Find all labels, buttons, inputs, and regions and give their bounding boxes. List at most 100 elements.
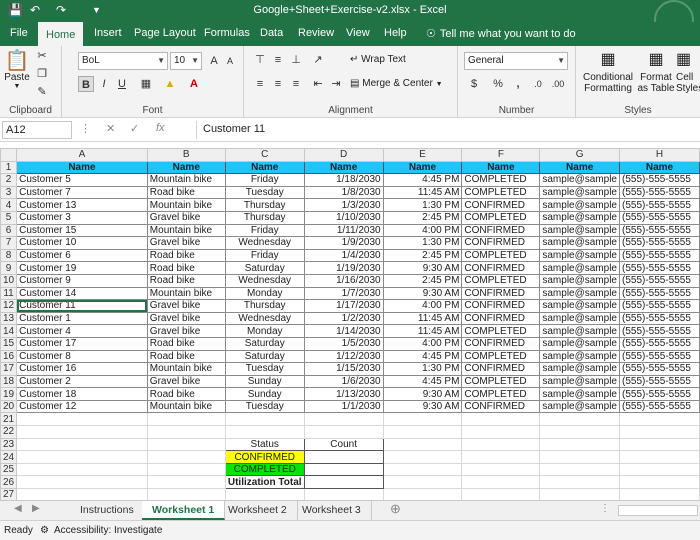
row-header[interactable]: 20 xyxy=(0,399,18,414)
cell[interactable]: CONFIRMED xyxy=(461,299,541,313)
formula-input[interactable]: Customer 11 xyxy=(196,121,698,139)
cell[interactable] xyxy=(224,488,305,500)
completed-count-cell[interactable] xyxy=(303,462,384,477)
cell[interactable]: Customer 17 xyxy=(16,336,148,351)
cell[interactable] xyxy=(16,450,148,464)
cell[interactable]: (555)-555-5555 xyxy=(618,236,700,250)
paste-button[interactable]: 📋 Paste ▼ xyxy=(4,50,30,90)
header-cell[interactable]: Name xyxy=(146,160,226,175)
cell[interactable]: Customer 3 xyxy=(16,210,148,225)
cell[interactable]: sample@sample xyxy=(539,273,620,288)
cell[interactable]: COMPLETED xyxy=(461,273,541,288)
row-header[interactable]: 8 xyxy=(0,248,18,263)
row-header[interactable]: 26 xyxy=(0,475,18,490)
cell[interactable]: sample@sample xyxy=(539,261,620,275)
cell[interactable]: COMPLETED xyxy=(461,387,541,401)
row-header[interactable]: 6 xyxy=(0,223,18,238)
cell[interactable]: sample@sample xyxy=(539,286,620,301)
cell[interactable]: Gravel bike xyxy=(146,299,226,313)
cell[interactable]: Friday xyxy=(224,173,305,187)
cell[interactable]: 9:30 AM xyxy=(382,286,463,301)
cell[interactable]: Road bike xyxy=(146,248,226,263)
cell[interactable] xyxy=(146,488,226,500)
cell[interactable] xyxy=(461,437,541,452)
cell[interactable]: COMPLETED xyxy=(461,185,541,200)
cell[interactable]: sample@sample xyxy=(539,399,620,414)
row-header[interactable]: 24 xyxy=(0,450,18,464)
row-header[interactable]: 4 xyxy=(0,198,18,212)
cell[interactable]: CONFIRMED xyxy=(461,286,541,301)
decrease-indent-icon[interactable]: ⇤ xyxy=(310,76,326,92)
cell[interactable]: Road bike xyxy=(146,185,226,200)
cell[interactable]: sample@sample xyxy=(539,223,620,238)
tab-home[interactable]: Home xyxy=(38,22,84,46)
cell[interactable] xyxy=(16,462,148,477)
header-cell[interactable]: Name xyxy=(539,160,620,175)
cell[interactable]: COMPLETED xyxy=(461,210,541,225)
cell[interactable]: sample@sample xyxy=(539,173,620,187)
cell[interactable] xyxy=(539,462,620,477)
cell[interactable]: Customer 11 xyxy=(16,299,148,313)
cell[interactable]: Customer 2 xyxy=(16,374,148,389)
cell[interactable]: 1/8/2030 xyxy=(303,185,384,200)
cell[interactable]: Mountain bike xyxy=(146,286,226,301)
cell[interactable]: Mountain bike xyxy=(146,399,226,414)
cell[interactable]: Mountain bike xyxy=(146,362,226,376)
cell[interactable]: Customer 10 xyxy=(16,236,148,250)
row-header[interactable]: 21 xyxy=(0,412,18,427)
header-cell[interactable]: Name xyxy=(461,160,541,175)
cell[interactable]: 2:45 PM xyxy=(382,273,463,288)
row-header[interactable]: 15 xyxy=(0,336,18,351)
row-header[interactable]: 18 xyxy=(0,374,18,389)
sheet-tab-instructions[interactable]: Instructions xyxy=(70,501,145,520)
cell[interactable]: 1/2/2030 xyxy=(303,311,384,326)
cell[interactable] xyxy=(146,475,226,490)
wrap-text-button[interactable]: ↵ Wrap Text xyxy=(350,54,406,65)
cell[interactable]: 1/10/2030 xyxy=(303,210,384,225)
tab-file[interactable]: File xyxy=(2,22,36,46)
cell[interactable]: Customer 12 xyxy=(16,399,148,414)
cell[interactable]: Customer 18 xyxy=(16,387,148,401)
header-cell[interactable]: Name xyxy=(618,160,700,175)
cell[interactable]: 9:30 AM xyxy=(382,261,463,275)
cell[interactable]: 1/13/2030 xyxy=(303,387,384,401)
cell[interactable]: (555)-555-5555 xyxy=(618,185,700,200)
cell[interactable]: COMPLETED xyxy=(461,349,541,364)
cut-icon[interactable]: ✂ xyxy=(34,48,50,64)
row-header[interactable]: 13 xyxy=(0,311,18,326)
row-header[interactable]: 3 xyxy=(0,185,18,200)
conditional-formatting-button[interactable]: ▦ Conditional Formatting xyxy=(580,48,636,94)
row-header[interactable]: 10 xyxy=(0,273,18,288)
confirmed-count-cell[interactable] xyxy=(303,450,384,464)
row-header[interactable]: 9 xyxy=(0,261,18,275)
add-sheet-icon[interactable]: ⊕ xyxy=(390,501,401,517)
cell[interactable]: 1:30 PM xyxy=(382,198,463,212)
cell[interactable]: Tuesday xyxy=(224,362,305,376)
align-top-icon[interactable]: ⊤ xyxy=(252,52,268,68)
cell[interactable] xyxy=(146,425,226,439)
cell[interactable]: sample@sample xyxy=(539,311,620,326)
count-header-cell[interactable]: Count xyxy=(303,437,384,452)
cell[interactable]: Thursday xyxy=(224,198,305,212)
cell[interactable] xyxy=(16,437,148,452)
cell[interactable] xyxy=(382,475,463,490)
row-header[interactable]: 16 xyxy=(0,349,18,364)
cell[interactable]: Customer 19 xyxy=(16,261,148,275)
percent-icon[interactable]: % xyxy=(490,76,506,92)
horizontal-scrollbar[interactable] xyxy=(618,505,698,516)
status-header-cell[interactable]: Status xyxy=(224,437,305,452)
confirmed-cell[interactable]: CONFIRMED xyxy=(224,450,305,464)
row-header[interactable]: 14 xyxy=(0,324,18,338)
column-header[interactable]: G xyxy=(539,148,620,162)
cell[interactable] xyxy=(16,425,148,439)
cell-styles-button[interactable]: ▦ Cell Styles xyxy=(676,48,700,94)
cell[interactable] xyxy=(461,462,541,477)
cell[interactable] xyxy=(224,412,305,427)
cell[interactable]: 9:30 AM xyxy=(382,387,463,401)
cell[interactable]: Mountain bike xyxy=(146,198,226,212)
cell[interactable]: 4:45 PM xyxy=(382,349,463,364)
cell[interactable]: 4:00 PM xyxy=(382,223,463,238)
header-cell[interactable]: Name xyxy=(382,160,463,175)
cell[interactable] xyxy=(303,412,384,427)
cell[interactable] xyxy=(303,425,384,439)
